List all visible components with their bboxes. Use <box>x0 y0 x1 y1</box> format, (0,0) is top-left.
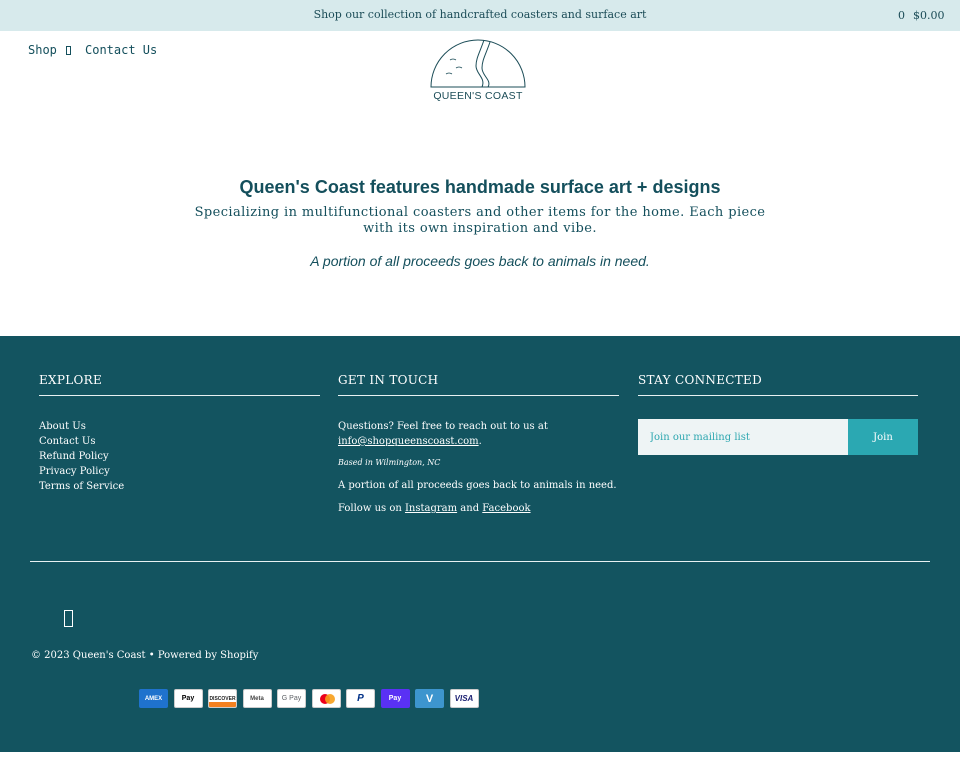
touch-location: Based in Wilmington, NC <box>338 458 441 467</box>
email-link[interactable]: info@shopqueenscoast.com <box>338 436 479 447</box>
hero-subtitle: Specializing in multifunctional coasters… <box>194 205 766 236</box>
copyright-text: © 2023 Queen's Coast • Powered by Shopif… <box>31 650 259 661</box>
newsletter-join-button[interactable]: Join <box>848 419 918 455</box>
hero-note: A portion of all proceeds goes back to a… <box>310 253 650 269</box>
amex-icon: AMEX <box>139 689 168 708</box>
announcement-bar: Shop our collection of handcrafted coast… <box>0 0 960 31</box>
apple-pay-icon: Pay <box>173 689 203 708</box>
touch-content: Questions? Feel free to reach out to us … <box>338 419 618 516</box>
footer-link-privacy[interactable]: Privacy Policy <box>39 464 124 479</box>
discover-label: DISCOVER <box>209 695 236 702</box>
footer-link-refund[interactable]: Refund Policy <box>39 449 124 464</box>
nav-contact-link[interactable]: Contact Us <box>85 43 157 57</box>
facebook-icon[interactable] <box>64 610 73 627</box>
discover-strip <box>209 702 236 707</box>
visa-icon: VISA <box>449 689 479 708</box>
payment-icons: AMEX Pay DISCOVER Meta G Pay P Pay V VIS… <box>139 689 484 708</box>
connected-divider <box>638 395 918 396</box>
explore-divider <box>39 395 320 396</box>
connected-heading: STAY CONNECTED <box>638 373 763 387</box>
meta-pay-icon: Meta <box>242 689 272 708</box>
follow-prefix: Follow us on <box>338 503 402 514</box>
facebook-link[interactable]: Facebook <box>482 503 530 514</box>
touch-heading: GET IN TOUCH <box>338 373 439 387</box>
footer-divider <box>30 561 930 562</box>
discover-icon: DISCOVER <box>208 689 237 708</box>
newsletter-email-input[interactable] <box>638 419 848 455</box>
mastercard-icon <box>311 689 341 708</box>
chevron-down-icon[interactable] <box>66 46 71 55</box>
nav-shop-link[interactable]: Shop <box>28 43 57 57</box>
follow-and: and <box>460 503 480 514</box>
page-bottom-strip <box>0 752 960 767</box>
footer-link-about[interactable]: About Us <box>39 419 124 434</box>
hero-title: Queen's Coast features handmade surface … <box>239 177 721 197</box>
explore-heading: EXPLORE <box>39 373 103 387</box>
mastercard-yellow-circle <box>324 694 335 704</box>
venmo-icon: V <box>415 689 444 708</box>
instagram-link[interactable]: Instagram <box>405 503 457 514</box>
footer-link-terms[interactable]: Terms of Service <box>39 479 124 494</box>
site-logo[interactable]: QUEEN'S COAST <box>426 38 530 104</box>
explore-links: About Us Contact Us Refund Policy Privac… <box>39 419 124 494</box>
cart-count[interactable]: 0 <box>898 9 905 22</box>
footer-link-contact[interactable]: Contact Us <box>39 434 124 449</box>
paypal-icon: P <box>346 689 375 708</box>
cart-total[interactable]: $0.00 <box>913 9 945 22</box>
follow-line: Follow us on Instagram and Facebook <box>338 501 618 516</box>
email-suffix: . <box>478 436 482 447</box>
logo-wordmark: QUEEN'S COAST <box>433 90 523 102</box>
announcement-text: Shop our collection of handcrafted coast… <box>313 8 647 21</box>
touch-animals-note: A portion of all proceeds goes back to a… <box>338 480 617 491</box>
touch-questions: Questions? Feel free to reach out to us … <box>338 421 548 432</box>
touch-divider <box>338 395 619 396</box>
shop-pay-icon: Pay <box>380 689 410 708</box>
google-pay-icon: G Pay <box>277 689 306 708</box>
site-footer: EXPLORE About Us Contact Us Refund Polic… <box>0 336 960 752</box>
